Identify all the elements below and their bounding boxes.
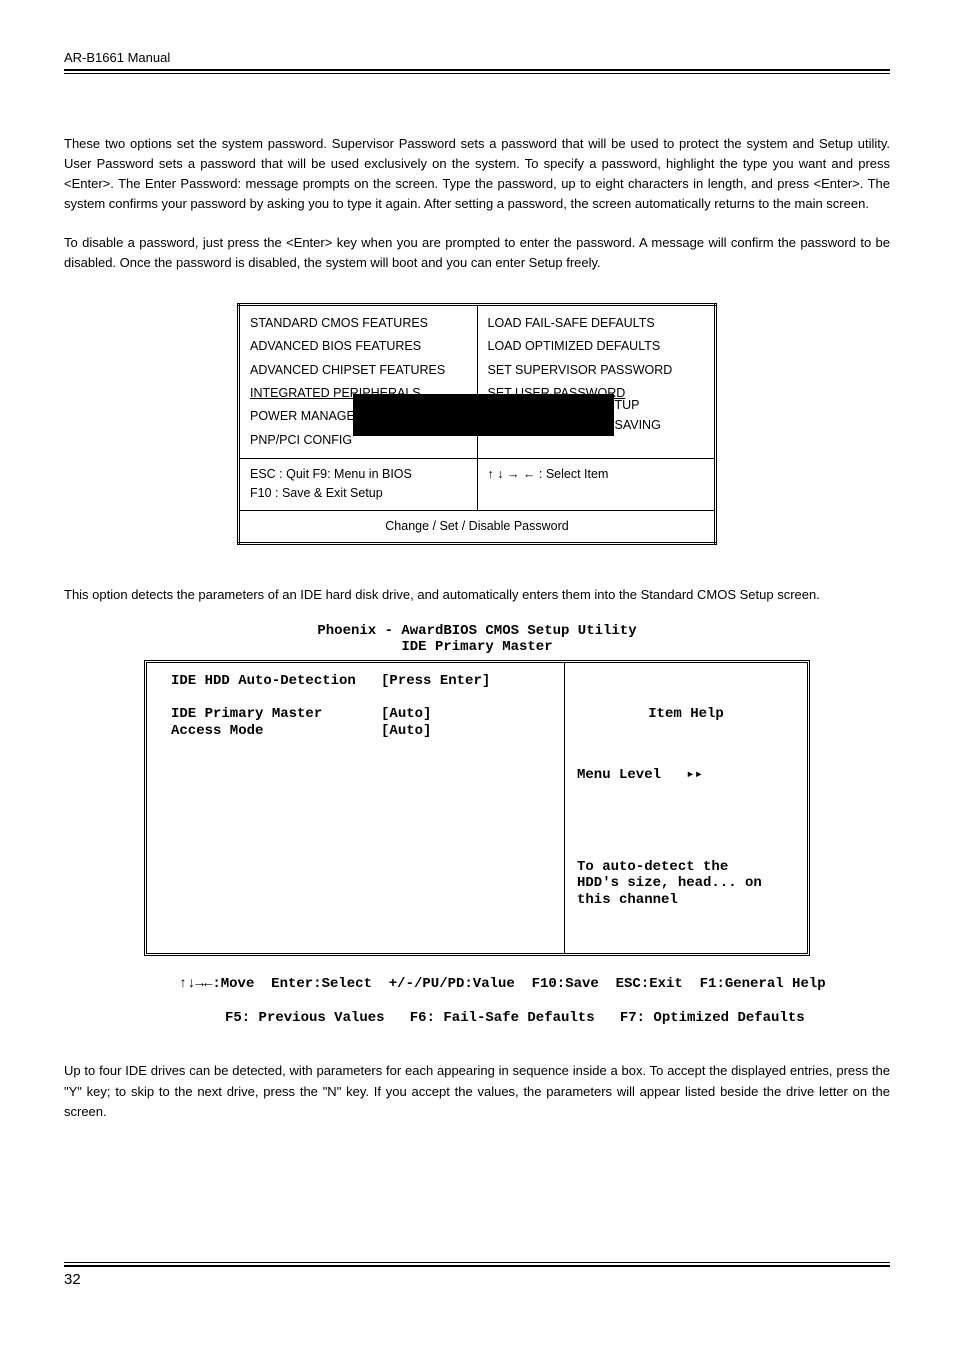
keys-line: F10 : Save & Exit Setup — [250, 486, 383, 500]
award-left-pane: IDE HDD Auto-Detection [Press Enter] IDE… — [147, 663, 565, 953]
bios-menu-right-cell: LOAD FAIL-SAFE DEFAULTS LOAD OPTIMIZED D… — [477, 304, 716, 458]
menu-item: SET SUPERVISOR PASSWORD — [488, 359, 705, 382]
bios-menu-footer: Change / Set / Disable Password — [239, 510, 716, 543]
paragraph-1: These two options set the system passwor… — [64, 134, 890, 215]
redaction-bar — [474, 394, 614, 436]
bios-main-menu: STANDARD CMOS FEATURES ADVANCED BIOS FEA… — [237, 303, 717, 545]
award-help-body: To auto-detect the HDD's size, head... o… — [577, 859, 795, 909]
body-text: These two options set the system passwor… — [64, 134, 890, 1122]
menu-item-partial: SAVING — [615, 416, 661, 435]
header-rule-thin — [64, 73, 890, 74]
keys-line: ESC : Quit F9: Menu in BIOS — [250, 467, 412, 481]
header-rule-thick — [64, 69, 890, 71]
award-title-line1: Phoenix - AwardBIOS CMOS Setup Utility — [317, 623, 636, 639]
award-menu-level: Menu Level ▸▸ — [577, 767, 795, 784]
award-right-pane: Item Help Menu Level ▸▸ To auto-detect t… — [565, 663, 807, 953]
spacer — [577, 817, 795, 825]
paragraph-3: This option detects the parameters of an… — [64, 585, 890, 605]
bios-keys-right: ↑ ↓ → ← : Select Item — [477, 459, 716, 511]
bios-keys-left: ESC : Quit F9: Menu in BIOS F10 : Save &… — [239, 459, 478, 511]
footer-rule-thick — [64, 1265, 890, 1267]
redaction-bar — [353, 394, 493, 436]
manual-title: AR-B1661 Manual — [64, 50, 170, 65]
keys-line: ↑ ↓ → ← : Select Item — [488, 467, 609, 481]
award-bios-title: Phoenix - AwardBIOS CMOS Setup Utility I… — [64, 623, 890, 655]
bios-menu-left-cell: STANDARD CMOS FEATURES ADVANCED BIOS FEA… — [239, 304, 478, 458]
award-footer-line1: ↑↓→←:Move Enter:Select +/-/PU/PD:Value F… — [179, 976, 826, 992]
paragraph-4: Up to four IDE drives can be detected, w… — [64, 1061, 890, 1121]
footer-rule-thin — [64, 1262, 890, 1263]
menu-item-partial: TUP — [615, 396, 640, 415]
award-title-line2: IDE Primary Master — [401, 639, 552, 655]
menu-item: ADVANCED BIOS FEATURES — [250, 335, 467, 358]
menu-item: LOAD OPTIMIZED DEFAULTS — [488, 335, 705, 358]
menu-item: ADVANCED CHIPSET FEATURES — [250, 359, 467, 382]
award-help-title: Item Help — [577, 706, 795, 723]
award-footer-line2: F5: Previous Values F6: Fail-Safe Defaul… — [200, 1010, 805, 1026]
page-header: AR-B1661 Manual — [64, 50, 890, 65]
menu-item: STANDARD CMOS FEATURES — [250, 312, 467, 335]
page-footer: 32 — [64, 1262, 890, 1288]
document-page: AR-B1661 Manual These two options set th… — [0, 0, 954, 1328]
menu-item: LOAD FAIL-SAFE DEFAULTS — [488, 312, 705, 335]
page-number: 32 — [64, 1271, 890, 1288]
paragraph-2: To disable a password, just press the <E… — [64, 233, 890, 273]
award-bios-box: IDE HDD Auto-Detection [Press Enter] IDE… — [144, 660, 810, 956]
award-bios-footer: ↑↓→←:Move Enter:Select +/-/PU/PD:Value F… — [127, 960, 827, 1044]
